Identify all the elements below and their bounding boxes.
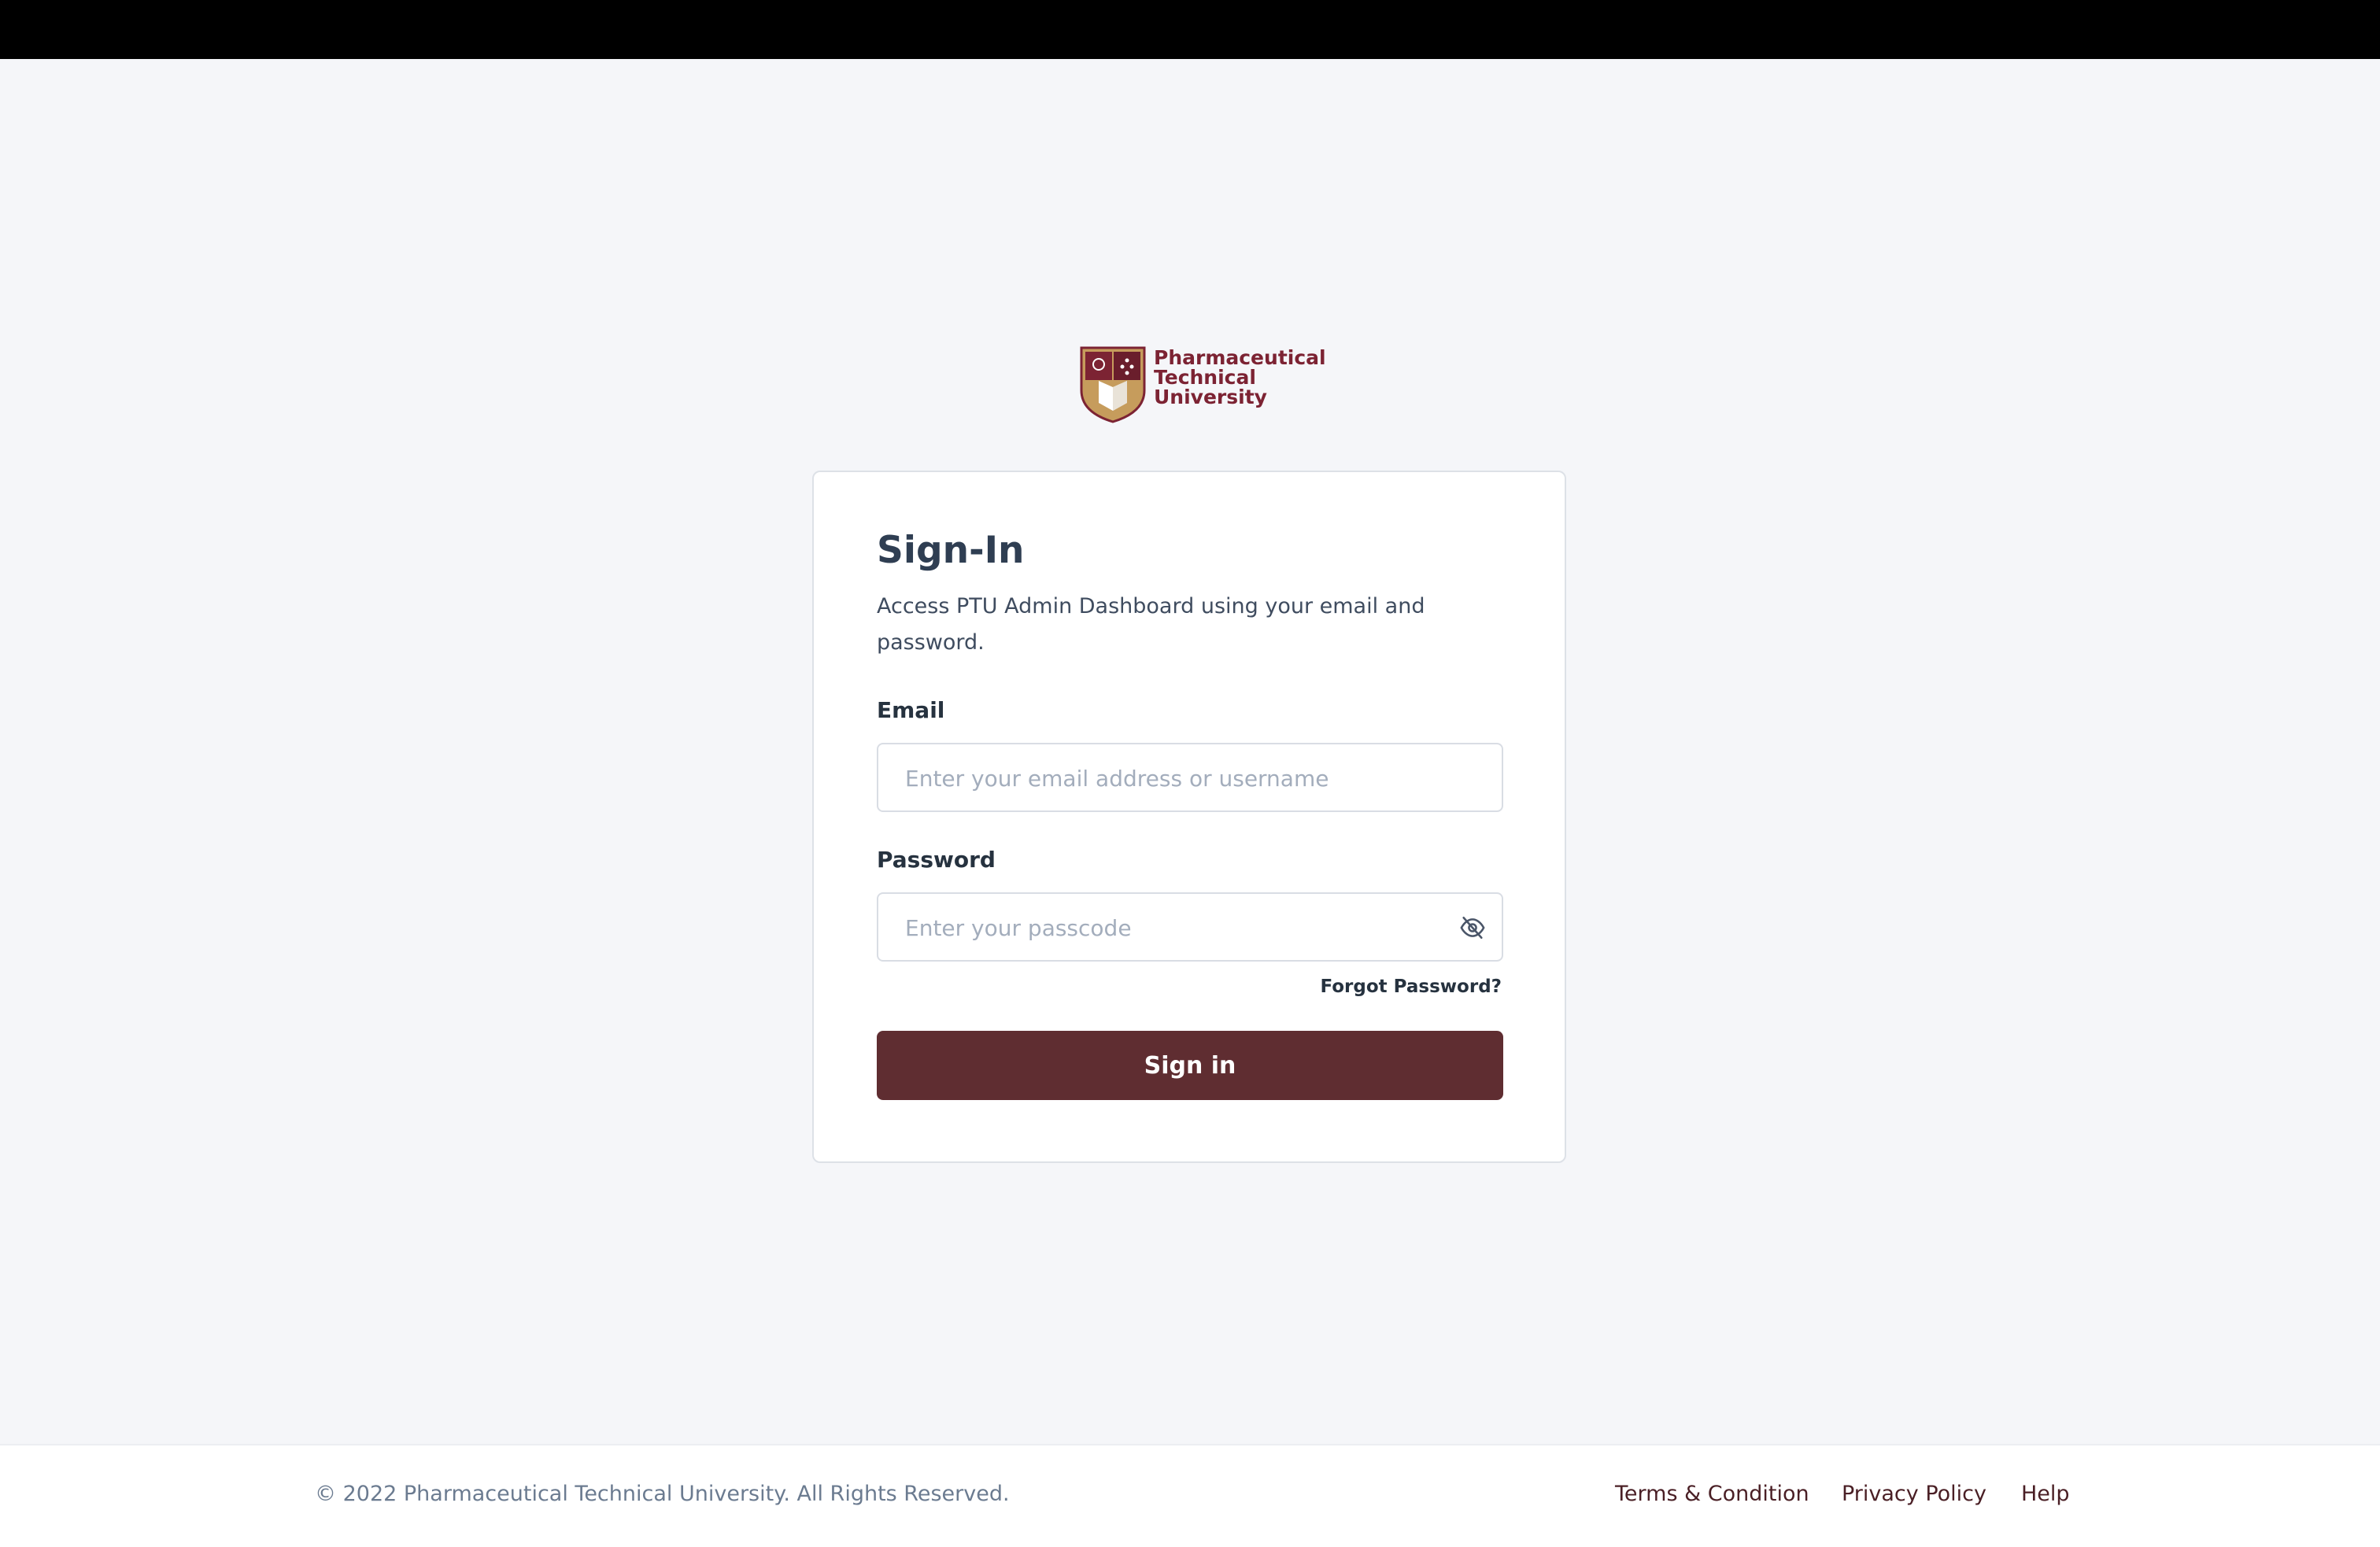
privacy-policy-link[interactable]: Privacy Policy (1842, 1482, 1986, 1506)
email-label: Email (877, 697, 945, 723)
signin-card: Sign-In Access PTU Admin Dashboard using… (812, 471, 1566, 1163)
wordmark-line-1: Pharmaceutical (1154, 346, 1326, 369)
copyright-text: © 2022 Pharmaceutical Technical Universi… (315, 1482, 1010, 1506)
university-logo: Pharmaceutical Technical University (1078, 345, 1326, 423)
terms-link[interactable]: Terms & Condition (1615, 1482, 1809, 1506)
wordmark-line-3: University (1154, 386, 1267, 408)
signin-subtitle: Access PTU Admin Dashboard using your em… (877, 594, 1425, 655)
footer: © 2022 Pharmaceutical Technical Universi… (0, 1444, 2380, 1547)
top-black-bar (0, 0, 2380, 59)
email-field-wrapper (877, 743, 1503, 812)
university-crest-icon (1080, 346, 1146, 423)
help-link[interactable]: Help (2021, 1482, 2070, 1506)
email-field[interactable] (904, 744, 1458, 812)
eye-off-icon[interactable] (1459, 914, 1486, 941)
signin-title: Sign-In (877, 529, 1025, 572)
password-field-wrapper (877, 892, 1503, 962)
forgot-password-link[interactable]: Forgot Password? (1320, 977, 1502, 997)
signin-button[interactable]: Sign in (877, 1031, 1503, 1100)
university-wordmark: Pharmaceutical Technical University (1154, 348, 1326, 407)
password-label: Password (877, 847, 996, 873)
password-field[interactable] (904, 894, 1458, 962)
wordmark-line-2: Technical (1154, 366, 1256, 389)
